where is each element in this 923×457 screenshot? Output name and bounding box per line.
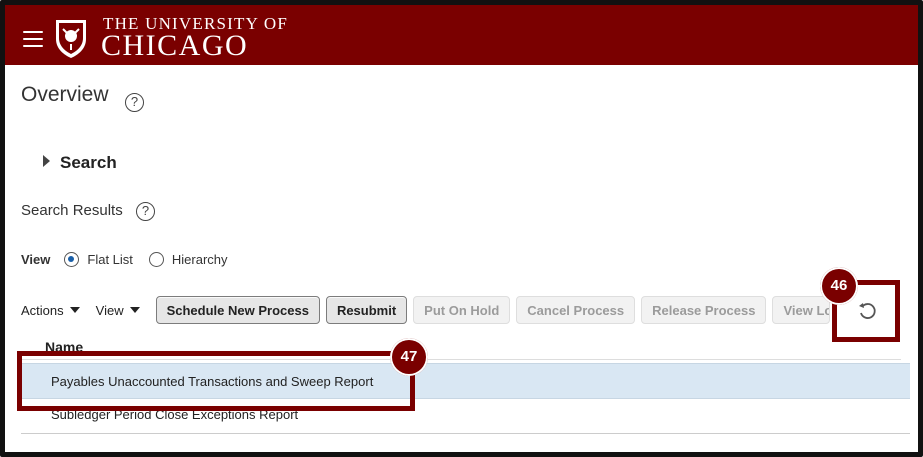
view-log-button[interactable]: View Lo bbox=[772, 296, 831, 324]
flat-list-radio[interactable] bbox=[64, 252, 80, 267]
help-icon[interactable]: ? bbox=[136, 202, 155, 221]
chevron-down-icon bbox=[69, 307, 80, 313]
step-badge-46: 46 bbox=[820, 267, 858, 305]
actions-menu-label: Actions bbox=[21, 302, 64, 318]
hierarchy-label[interactable]: Hierarchy bbox=[172, 252, 228, 267]
put-on-hold-button[interactable]: Put On Hold bbox=[413, 296, 511, 324]
search-results-title: Search Results bbox=[21, 202, 123, 219]
schedule-new-process-button[interactable]: Schedule New Process bbox=[155, 296, 320, 324]
app-window: THE UNIVERSITY OF CHICAGO Overview ? Sea… bbox=[0, 0, 923, 457]
view-mode-selector: View Flat List Hierarchy bbox=[21, 252, 244, 267]
divider bbox=[21, 433, 910, 434]
university-crest-icon bbox=[56, 20, 86, 58]
view-label: View bbox=[21, 252, 51, 267]
callout-highlight-box bbox=[17, 351, 415, 411]
cancel-process-button[interactable]: Cancel Process bbox=[516, 296, 636, 324]
resubmit-button[interactable]: Resubmit bbox=[325, 296, 408, 324]
actions-menu[interactable]: Actions bbox=[21, 303, 80, 318]
page-title: Overview bbox=[21, 83, 109, 106]
step-badge-47: 47 bbox=[390, 338, 428, 376]
hierarchy-radio[interactable] bbox=[148, 252, 164, 267]
view-menu-label: View bbox=[95, 302, 124, 318]
help-icon[interactable]: ? bbox=[125, 93, 144, 112]
results-toolbar: Actions View Schedule New Process Resubm… bbox=[21, 295, 836, 325]
search-section-toggle[interactable]: Search bbox=[43, 153, 117, 173]
university-name-big: CHICAGO bbox=[101, 29, 249, 62]
flat-list-label[interactable]: Flat List bbox=[87, 252, 133, 267]
view-menu[interactable]: View bbox=[96, 303, 140, 318]
search-label: Search bbox=[60, 153, 117, 172]
triangle-right-icon bbox=[43, 155, 50, 167]
hamburger-menu-icon[interactable] bbox=[23, 31, 43, 47]
top-header-bar: THE UNIVERSITY OF CHICAGO bbox=[5, 5, 918, 65]
chevron-down-icon bbox=[129, 307, 140, 313]
release-process-button[interactable]: Release Process bbox=[641, 296, 767, 324]
